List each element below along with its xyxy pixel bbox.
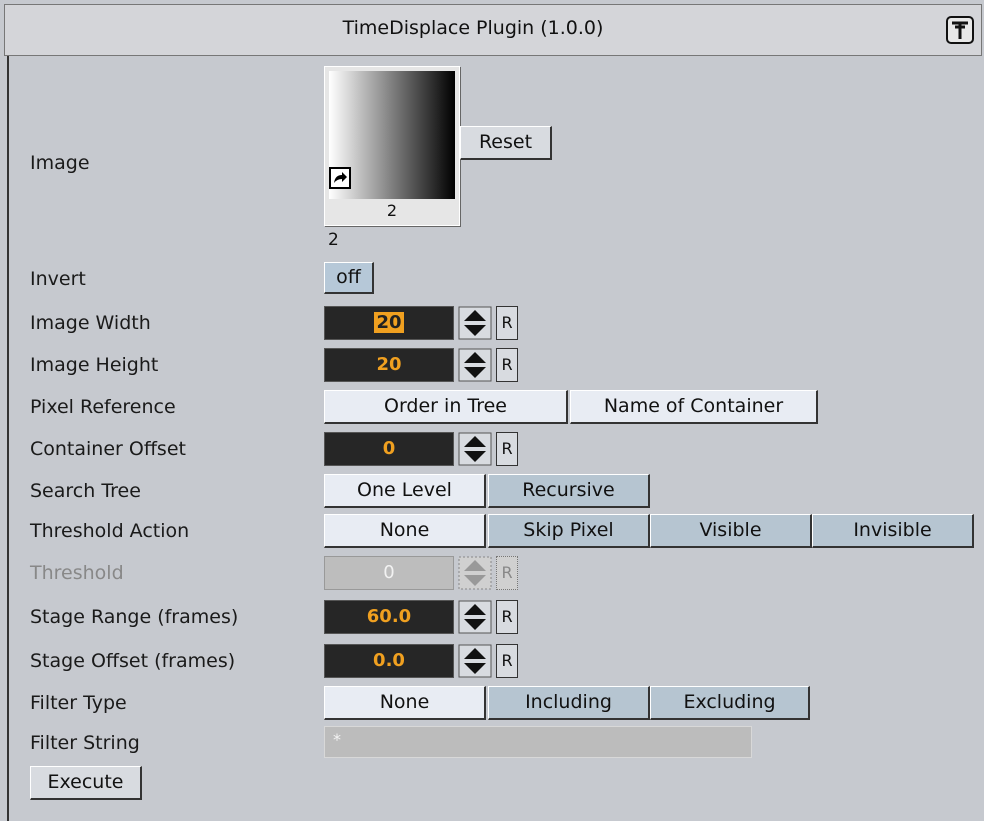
plugin-panel: TimeDisplace Plugin (1.0.0) Image 2 Rese… bbox=[0, 0, 984, 821]
image-width-reset[interactable]: R bbox=[496, 306, 518, 340]
threshold-field: 0 bbox=[324, 556, 454, 590]
image-width-field[interactable]: 20 bbox=[324, 306, 454, 340]
invert-toggle[interactable]: off bbox=[324, 262, 374, 294]
stage-range-label: Stage Range (frames) bbox=[30, 606, 239, 628]
panel-border bbox=[7, 56, 9, 821]
container-offset-label: Container Offset bbox=[30, 438, 186, 460]
invert-label: Invert bbox=[30, 268, 86, 290]
image-number: 2 bbox=[328, 230, 339, 250]
stage-range-field[interactable]: 60.0 bbox=[324, 600, 454, 634]
threshold-reset: R bbox=[496, 556, 518, 590]
filter-type-none[interactable]: None bbox=[324, 686, 486, 720]
stage-offset-label: Stage Offset (frames) bbox=[30, 650, 236, 672]
search-tree-recursive[interactable]: Recursive bbox=[488, 474, 650, 508]
threshold-action-none[interactable]: None bbox=[324, 514, 486, 548]
execute-button[interactable]: Execute bbox=[30, 766, 142, 800]
search-tree-label: Search Tree bbox=[30, 480, 141, 502]
stage-offset-reset[interactable]: R bbox=[496, 644, 518, 678]
image-width-label: Image Width bbox=[30, 312, 151, 334]
filter-type-excluding[interactable]: Excluding bbox=[650, 686, 810, 720]
image-thumbnail[interactable]: 2 bbox=[324, 66, 460, 226]
filter-type-including[interactable]: Including bbox=[488, 686, 650, 720]
image-height-reset[interactable]: R bbox=[496, 348, 518, 382]
thumbnail-number: 2 bbox=[386, 201, 398, 220]
pixel-reference-order-in-tree[interactable]: Order in Tree bbox=[324, 390, 568, 424]
image-height-label: Image Height bbox=[30, 354, 159, 376]
up-down-spinner-icon bbox=[458, 556, 492, 590]
panel-title: TimeDisplace Plugin (1.0.0) bbox=[342, 17, 604, 39]
up-down-spinner-icon[interactable] bbox=[458, 600, 492, 634]
stage-range-reset[interactable]: R bbox=[496, 600, 518, 634]
threshold-action-invisible[interactable]: Invisible bbox=[812, 514, 974, 548]
threshold-action-skip-pixel[interactable]: Skip Pixel bbox=[488, 514, 650, 548]
pixel-reference-name-of-container[interactable]: Name of Container bbox=[570, 390, 818, 424]
filter-type-label: Filter Type bbox=[30, 692, 127, 714]
reset-image-button[interactable]: Reset bbox=[460, 126, 552, 160]
image-height-field[interactable]: 20 bbox=[324, 348, 454, 382]
search-tree-one-level[interactable]: One Level bbox=[324, 474, 486, 508]
stage-offset-field[interactable]: 0.0 bbox=[324, 644, 454, 678]
up-down-spinner-icon[interactable] bbox=[458, 306, 492, 340]
plugin-icon[interactable] bbox=[945, 15, 975, 45]
container-offset-field[interactable]: 0 bbox=[324, 432, 454, 466]
filter-string-input[interactable]: * bbox=[324, 726, 752, 758]
image-label: Image bbox=[30, 152, 90, 174]
up-down-spinner-icon[interactable] bbox=[458, 348, 492, 382]
pixel-reference-label: Pixel Reference bbox=[30, 396, 176, 418]
threshold-label: Threshold bbox=[30, 562, 124, 584]
up-down-spinner-icon[interactable] bbox=[458, 432, 492, 466]
link-arrow-icon[interactable] bbox=[329, 167, 351, 189]
threshold-action-visible[interactable]: Visible bbox=[650, 514, 812, 548]
filter-string-label: Filter String bbox=[30, 732, 140, 754]
container-offset-reset[interactable]: R bbox=[496, 432, 518, 466]
title-bar: TimeDisplace Plugin (1.0.0) bbox=[4, 4, 982, 56]
threshold-action-label: Threshold Action bbox=[30, 520, 190, 542]
up-down-spinner-icon[interactable] bbox=[458, 644, 492, 678]
